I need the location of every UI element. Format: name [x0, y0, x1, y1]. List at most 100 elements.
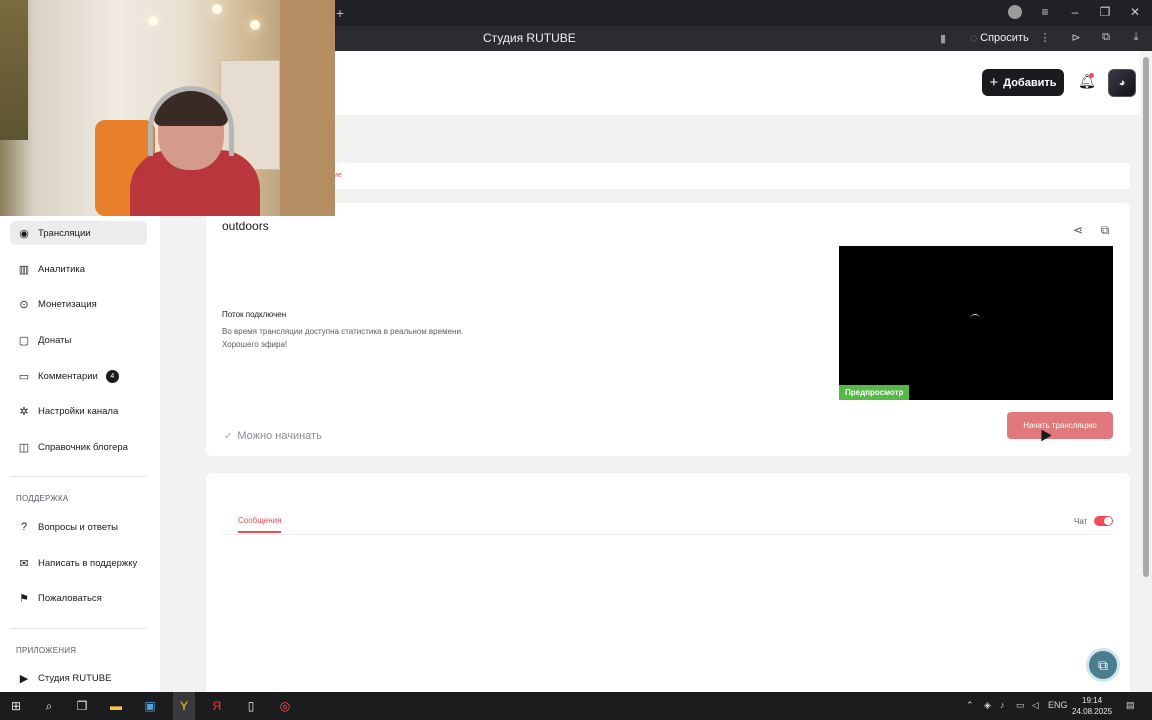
- chat-card: Сообщения Чат: [206, 473, 1130, 692]
- comment-icon: ▭: [18, 370, 30, 383]
- notifications-bell-icon[interactable]: 🔔︎: [1078, 73, 1096, 91]
- stream-card: outdoors ⋖ ⧉ Поток подключен Во время тр…: [206, 203, 1130, 456]
- webcam-lamp: [148, 16, 158, 26]
- webcam-wall: [280, 0, 335, 216]
- money-icon: ⊙: [19, 298, 29, 311]
- webcam-lamp: [250, 20, 260, 30]
- chat-toggle-label: Чат: [1074, 517, 1088, 526]
- avatar[interactable]: ◕: [1108, 69, 1136, 97]
- sidebar-item-label: Монетизация: [38, 298, 97, 310]
- task-view-icon[interactable]: ❐: [74, 698, 90, 714]
- breadcrumb-fragment[interactable]: ие: [334, 172, 342, 179]
- ask-label: Спросить: [980, 32, 1029, 44]
- download-icon[interactable]: ⤓: [1129, 31, 1143, 44]
- loading-spinner-icon: [970, 314, 980, 324]
- app-icon[interactable]: ▯: [243, 698, 259, 714]
- sidebar-item-write-support[interactable]: ✉ Написать в поддержку: [10, 551, 147, 575]
- open-external-icon[interactable]: ⧉: [1098, 223, 1112, 237]
- tab-messages[interactable]: Сообщения: [238, 516, 282, 533]
- question-icon: ?: [20, 521, 28, 533]
- share-icon[interactable]: ⋖: [1071, 223, 1085, 237]
- comments-count-badge: 4: [105, 369, 119, 383]
- support-section-title: ПОДДЕРЖКА: [16, 494, 69, 503]
- sidebar-item-donations[interactable]: ▢ Донаты: [10, 328, 147, 352]
- preview-badge: Предпросмотр: [839, 385, 910, 400]
- sidebar-item-label: Аналитика: [38, 263, 86, 275]
- sidebar-item-broadcasts[interactable]: ◉ Трансляции: [10, 221, 147, 245]
- network-icon[interactable]: ▭: [1016, 700, 1025, 711]
- stream-preview[interactable]: Предпросмотр: [839, 246, 1113, 400]
- gear-icon: ✲: [19, 405, 29, 418]
- clock[interactable]: 19:14 24.08.2025: [1072, 695, 1112, 717]
- ask-alice-button[interactable]: ◌ Спросить: [970, 31, 1029, 45]
- collections-icon[interactable]: ⧉: [1099, 31, 1113, 44]
- menu-icon[interactable]: ≡: [1036, 4, 1054, 20]
- sidebar-item-comments[interactable]: ▭ Комментарии 4: [10, 364, 147, 388]
- media-icon[interactable]: ⊳: [1069, 31, 1083, 44]
- webcam-overlay: [0, 0, 335, 216]
- close-window-button[interactable]: ✕: [1126, 4, 1144, 20]
- sidebar-item-monetization[interactable]: ⊙ Монетизация: [10, 292, 147, 316]
- studio-icon: ▶: [19, 672, 29, 685]
- sidebar-item-label: Написать в поддержку: [38, 557, 138, 569]
- volume-icon[interactable]: ◁: [1032, 700, 1039, 711]
- start-stream-button[interactable]: Начать трансляцию: [1007, 412, 1113, 439]
- sidebar-item-channel-settings[interactable]: ✲ Настройки канала: [10, 399, 147, 423]
- sidebar-item-label: Пожаловаться: [38, 592, 102, 604]
- mail-icon: ✉: [19, 557, 29, 570]
- tray-app-icon[interactable]: ◈: [984, 700, 991, 711]
- microphone-icon[interactable]: ♪: [1000, 700, 1005, 710]
- notification-dot: [1089, 73, 1094, 78]
- ready-status: ✓ Можно начинать: [224, 430, 322, 442]
- webcam-lamp: [212, 4, 222, 14]
- sidebar-item-analytics[interactable]: ▥ Аналитика: [10, 257, 147, 281]
- clock-date: 24.08.2025: [1072, 707, 1113, 716]
- sidebar-item-label: Студия RUTUBE: [38, 672, 112, 684]
- sidebar-item-report[interactable]: ⚑ Пожаловаться: [10, 586, 147, 610]
- windows-start-icon[interactable]: ⊞: [8, 698, 24, 714]
- plus-icon: +: [989, 73, 999, 91]
- scroll-thumb[interactable]: [1143, 57, 1149, 577]
- sidebar-divider: [10, 628, 147, 629]
- status-line-2: Хорошего эфира!: [222, 340, 288, 349]
- profile-icon[interactable]: [1008, 5, 1022, 19]
- obs-icon[interactable]: ◎: [277, 698, 293, 714]
- apps-section-title: ПРИЛОЖЕНИЯ: [16, 646, 77, 655]
- page-scrollbar[interactable]: [1140, 51, 1152, 692]
- new-tab-button[interactable]: +: [333, 6, 347, 20]
- notifications-icon[interactable]: ▤: [1126, 700, 1135, 711]
- page-title[interactable]: Студия RUTUBE: [483, 31, 576, 45]
- yandex-icon[interactable]: Я: [209, 698, 225, 714]
- webcam-shelf: [0, 0, 28, 140]
- sidebar-item-label: Настройки канала: [38, 405, 119, 417]
- add-button[interactable]: + Добавить: [982, 69, 1064, 96]
- sidebar-item-blogger-guide[interactable]: ◫ Справочник блогера: [10, 435, 147, 459]
- sidebar-divider: [10, 476, 147, 477]
- language-indicator[interactable]: ENG: [1048, 700, 1068, 710]
- flag-icon: ⚑: [19, 592, 29, 605]
- file-explorer-icon[interactable]: ▬: [108, 698, 124, 714]
- chat-divider: [222, 534, 1113, 535]
- sidebar-item-label: Донаты: [38, 334, 72, 346]
- more-icon[interactable]: ⋮: [1038, 31, 1052, 44]
- gift-icon: ▢: [18, 334, 30, 347]
- status-line-1: Во время трансляции доступна статистика …: [222, 327, 464, 336]
- ready-label: Можно начинать: [237, 430, 322, 442]
- search-icon[interactable]: ⌕: [41, 698, 57, 714]
- chat-toggle[interactable]: [1094, 516, 1113, 526]
- maximize-button[interactable]: ❐: [1096, 4, 1114, 20]
- bookmark-icon[interactable]: ▮: [940, 32, 946, 45]
- stream-status-text: Во время трансляции доступна статистика …: [222, 325, 622, 351]
- add-button-label: Добавить: [1003, 76, 1057, 89]
- sidebar-item-studio-app[interactable]: ▶ Студия RUTUBE: [10, 666, 147, 690]
- yandex-browser-icon[interactable]: Y: [176, 698, 192, 714]
- clock-time: 19:14: [1082, 696, 1103, 705]
- store-icon[interactable]: ▣: [142, 698, 158, 714]
- sidebar-item-faq[interactable]: ? Вопросы и ответы: [10, 515, 147, 539]
- check-icon: ✓: [224, 430, 233, 442]
- stream-status-title: Поток подключен: [222, 310, 287, 319]
- help-chat-button[interactable]: ⧉: [1086, 648, 1120, 682]
- tray-chevron-icon[interactable]: ⌃: [966, 700, 974, 711]
- minimize-button[interactable]: –: [1066, 4, 1084, 20]
- sidebar-item-label: Трансляции: [38, 227, 91, 239]
